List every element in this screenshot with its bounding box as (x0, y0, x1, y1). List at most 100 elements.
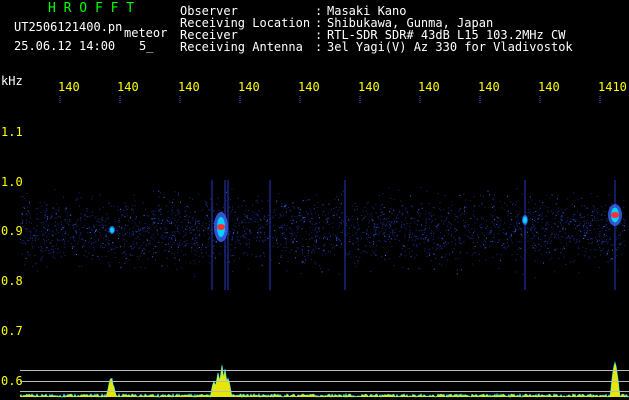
noise-pixel (64, 233, 66, 235)
noise-pixel (209, 237, 211, 239)
noise-pixel (302, 261, 304, 263)
noise-pixel (259, 236, 261, 238)
noise-pixel (384, 235, 385, 237)
noise-pixel (332, 222, 334, 224)
noise-pixel (412, 239, 414, 241)
noise-pixel (259, 232, 261, 234)
noise-pixel (307, 214, 309, 215)
noise-pixel (248, 221, 250, 223)
noise-pixel (356, 229, 358, 231)
noise-pixel (240, 243, 242, 245)
noise-pixel (373, 252, 375, 254)
noise-pixel (451, 201, 453, 203)
noise-pixel (575, 225, 577, 227)
noise-pixel (544, 235, 546, 237)
noise-pixel (539, 208, 541, 210)
noise-pixel (416, 237, 418, 239)
noise-pixel (556, 233, 558, 235)
noise-pixel (339, 246, 341, 248)
noise-pixel (147, 230, 148, 232)
noise-pixel (276, 240, 278, 242)
noise-pixel (396, 235, 398, 237)
noise-pixel (557, 221, 559, 223)
noise-pixel (165, 249, 167, 251)
noise-pixel (158, 217, 160, 219)
noise-pixel (459, 195, 461, 196)
noise-pixel (271, 237, 273, 239)
noise-pixel (590, 238, 591, 240)
noise-pixel (180, 266, 182, 268)
noise-pixel (183, 254, 185, 256)
noise-pixel (572, 215, 574, 217)
noise-pixel (28, 240, 30, 241)
noise-pixel (216, 203, 218, 205)
noise-pixel (175, 263, 177, 265)
noise-pixel (513, 232, 515, 234)
noise-pixel (194, 211, 196, 213)
noise-pixel (348, 219, 350, 221)
noise-pixel (516, 223, 518, 225)
noise-pixel (30, 232, 32, 234)
noise-pixel (75, 231, 77, 233)
noise-pixel (176, 231, 178, 233)
noise-pixel (454, 228, 456, 229)
noise-pixel (191, 229, 193, 231)
noise-pixel (333, 207, 335, 209)
noise-pixel (381, 256, 382, 258)
noise-pixel (578, 230, 580, 232)
noise-pixel (346, 216, 348, 218)
noise-pixel (234, 230, 236, 231)
noise-pixel (198, 220, 200, 222)
noise-pixel (366, 251, 368, 253)
noise-pixel (123, 245, 125, 247)
noise-pixel (336, 213, 338, 215)
noise-pixel (91, 243, 93, 245)
noise-pixel (425, 222, 427, 224)
noise-pixel (161, 237, 163, 239)
noise-pixel (583, 232, 585, 234)
noise-pixel (316, 232, 318, 234)
noise-pixel (421, 203, 423, 205)
noise-pixel (413, 243, 415, 245)
noise-pixel (277, 243, 279, 245)
noise-pixel (341, 243, 342, 245)
noise-pixel (138, 247, 140, 249)
noise-pixel (154, 217, 156, 219)
noise-pixel (458, 237, 460, 239)
noise-pixel (36, 235, 38, 237)
noise-pixel (47, 228, 49, 230)
noise-pixel (594, 256, 596, 258)
noise-pixel (375, 249, 377, 251)
noise-pixel (305, 231, 307, 233)
meteor-echo-mid (523, 216, 527, 224)
noise-pixel (292, 202, 294, 204)
noise-pixel (57, 239, 59, 241)
noise-pixel (336, 237, 338, 239)
noise-pixel (317, 235, 319, 237)
noise-pixel (466, 252, 468, 254)
noise-pixel (433, 253, 435, 255)
noise-pixel (516, 241, 518, 243)
noise-pixel (146, 239, 148, 241)
noise-pixel (328, 232, 330, 234)
noise-pixel (159, 219, 161, 221)
noise-pixel (373, 243, 374, 245)
noise-pixel (405, 207, 407, 209)
noise-pixel (95, 229, 97, 231)
noise-pixel (474, 228, 476, 230)
noise-pixel (198, 261, 200, 263)
noise-pixel (60, 256, 62, 258)
noise-pixel (407, 211, 409, 213)
noise-pixel (158, 208, 160, 210)
noise-pixel (515, 258, 517, 260)
noise-pixel (499, 201, 501, 202)
noise-pixel (620, 242, 622, 244)
noise-pixel (316, 240, 317, 242)
noise-pixel (349, 236, 351, 238)
noise-pixel (146, 226, 148, 228)
noise-pixel (409, 223, 411, 225)
noise-pixel (39, 212, 41, 214)
noise-pixel (535, 244, 537, 246)
noise-pixel (541, 228, 543, 230)
noise-pixel (164, 250, 166, 252)
